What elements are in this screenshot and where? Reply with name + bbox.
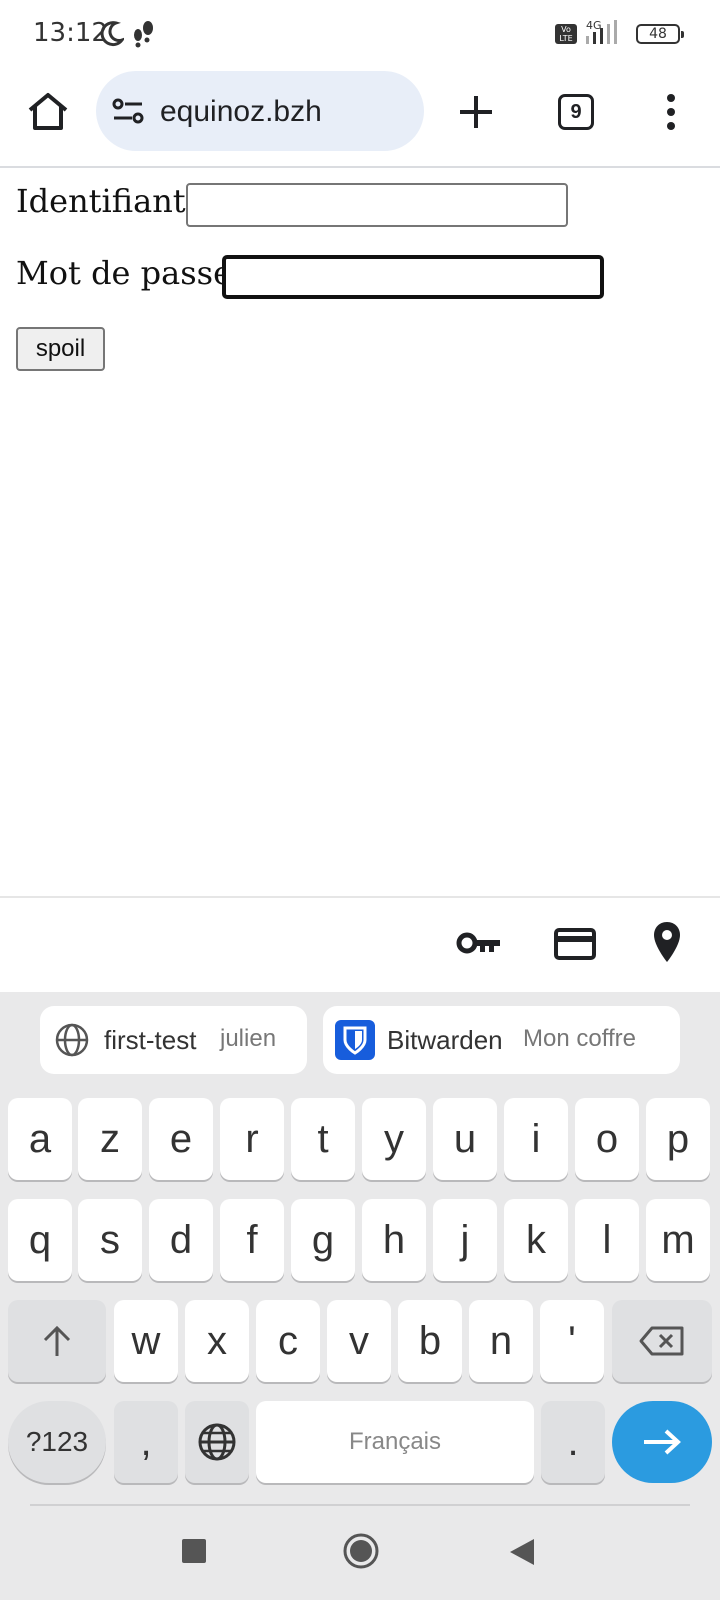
- key-w[interactable]: w: [114, 1300, 178, 1382]
- key-k[interactable]: k: [504, 1199, 568, 1281]
- new-tab-plus-icon[interactable]: [454, 90, 498, 134]
- payment-card-icon[interactable]: [554, 928, 596, 960]
- key-d[interactable]: d: [149, 1199, 213, 1281]
- recents-square-icon[interactable]: [181, 1538, 207, 1564]
- suggestion-sub-text: Mon coffre: [523, 1025, 636, 1052]
- shift-arrow-icon: [43, 1325, 71, 1356]
- key-q[interactable]: q: [8, 1199, 72, 1281]
- key-p[interactable]: p: [646, 1098, 710, 1180]
- bitwarden-icon: [335, 1020, 375, 1060]
- footsteps-icon: [134, 21, 153, 48]
- language-switch-key[interactable]: [185, 1401, 249, 1483]
- suggestion-main-text: Bitwarden: [387, 1025, 503, 1055]
- key-r[interactable]: r: [220, 1098, 284, 1180]
- key-m[interactable]: m: [646, 1199, 710, 1281]
- enter-key[interactable]: [612, 1401, 712, 1483]
- url-text: equinoz.bzh: [160, 95, 322, 128]
- key-apostrophe[interactable]: ': [540, 1300, 604, 1382]
- keyboard-divider: [30, 1504, 690, 1506]
- key-v[interactable]: v: [327, 1300, 391, 1382]
- key-i[interactable]: i: [504, 1098, 568, 1180]
- space-bar[interactable]: Français: [256, 1401, 534, 1483]
- status-bar: 13:12 Vo LTE 4G 48: [0, 0, 720, 66]
- web-page-content: Identifiant Mot de passe spoil: [0, 170, 720, 896]
- globe-icon: [198, 1423, 236, 1461]
- home-circle-icon[interactable]: [342, 1532, 380, 1570]
- volte-badge: Vo LTE: [555, 24, 577, 44]
- symbols-key[interactable]: ?123: [8, 1401, 106, 1483]
- address-bar[interactable]: equinoz.bzh: [96, 71, 424, 151]
- clock: 13:12: [33, 18, 108, 48]
- key-z[interactable]: z: [78, 1098, 142, 1180]
- autofill-accessory-bar: [0, 896, 720, 992]
- location-pin-icon[interactable]: [652, 920, 682, 964]
- arrow-right-icon: [644, 1429, 681, 1455]
- suggestion-sub-text: julien: [220, 1025, 277, 1052]
- soft-keyboard: first-test julien Bitwarden Mon coffre a…: [0, 992, 720, 1600]
- site-settings-icon[interactable]: [112, 97, 146, 125]
- key-f[interactable]: f: [220, 1199, 284, 1281]
- key-g[interactable]: g: [291, 1199, 355, 1281]
- username-label: Identifiant: [16, 182, 186, 220]
- backspace-key[interactable]: [612, 1300, 712, 1382]
- battery-indicator: 48: [636, 24, 684, 44]
- browser-toolbar: equinoz.bzh 9: [0, 66, 720, 168]
- comma-key[interactable]: ,: [114, 1401, 178, 1483]
- key-n[interactable]: n: [469, 1300, 533, 1382]
- do-not-disturb-moon-icon: [100, 21, 124, 47]
- key-c[interactable]: c: [256, 1300, 320, 1382]
- password-input[interactable]: [222, 255, 604, 299]
- key-h[interactable]: h: [362, 1199, 426, 1281]
- key-l[interactable]: l: [575, 1199, 639, 1281]
- globe-icon: [55, 1023, 89, 1057]
- key-t[interactable]: t: [291, 1098, 355, 1180]
- key-e[interactable]: e: [149, 1098, 213, 1180]
- period-key[interactable]: .: [541, 1401, 605, 1483]
- more-menu-icon[interactable]: [654, 90, 688, 134]
- key-x[interactable]: x: [185, 1300, 249, 1382]
- key-b[interactable]: b: [398, 1300, 462, 1382]
- password-label: Mot de passe: [16, 254, 232, 292]
- key-u[interactable]: u: [433, 1098, 497, 1180]
- key-o[interactable]: o: [575, 1098, 639, 1180]
- username-input[interactable]: [186, 183, 568, 227]
- back-triangle-icon[interactable]: [508, 1537, 536, 1567]
- autofill-suggestion-first-test[interactable]: first-test julien: [40, 1006, 307, 1074]
- backspace-icon: [639, 1326, 684, 1356]
- network-type: 4G: [586, 19, 602, 32]
- shift-key[interactable]: [8, 1300, 106, 1382]
- key-icon[interactable]: [456, 928, 502, 958]
- autofill-suggestion-bitwarden[interactable]: Bitwarden Mon coffre: [323, 1006, 680, 1074]
- suggestion-main-text: first-test: [104, 1025, 197, 1055]
- tab-switcher-button[interactable]: 9: [558, 94, 594, 130]
- cell-signal-icon: 4G: [586, 19, 617, 44]
- key-y[interactable]: y: [362, 1098, 426, 1180]
- spoil-submit-button[interactable]: spoil: [16, 327, 105, 371]
- key-a[interactable]: a: [8, 1098, 72, 1180]
- key-s[interactable]: s: [78, 1199, 142, 1281]
- key-j[interactable]: j: [433, 1199, 497, 1281]
- home-icon[interactable]: [26, 90, 70, 134]
